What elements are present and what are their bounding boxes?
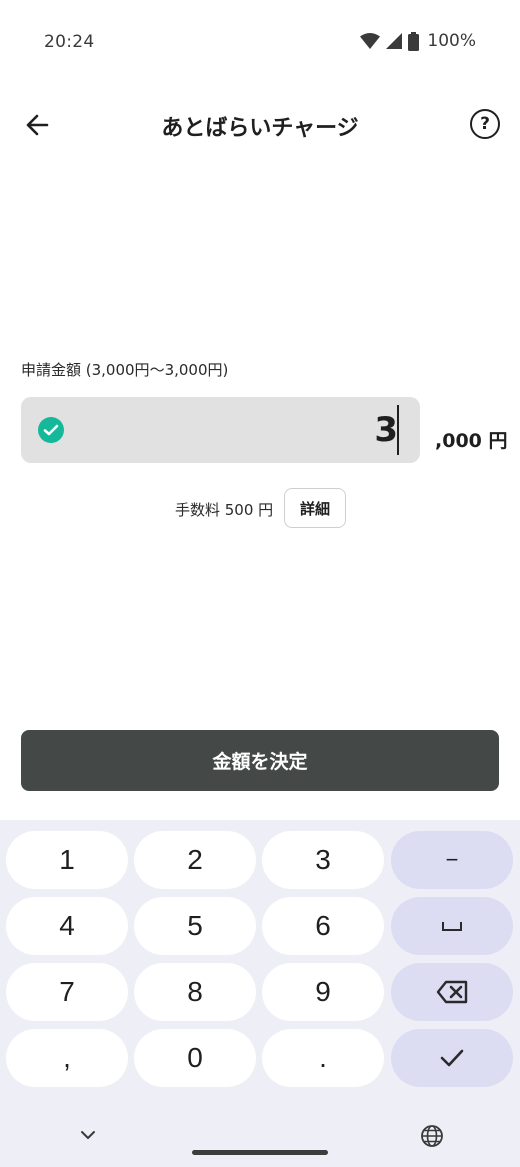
text-cursor [397,405,399,455]
amount-value: 3 [374,410,398,450]
navigation-bar [0,1105,520,1167]
key-9[interactable]: 9 [262,963,384,1021]
key-space[interactable] [391,897,513,955]
status-time: 20:24 [44,32,95,52]
chevron-down-icon [81,1131,95,1139]
key-comma[interactable]: , [6,1029,128,1087]
key-backspace[interactable] [391,963,513,1021]
battery-icon [408,31,420,51]
amount-suffix: ,000 円 [435,430,508,452]
submit-amount-button[interactable]: 金額を決定 [21,730,499,791]
key-6[interactable]: 6 [262,897,384,955]
amount-input[interactable]: 3 [21,397,420,463]
check-circle-icon [38,417,64,443]
key-2[interactable]: 2 [134,831,256,889]
page-title: あとばらいチャージ [161,116,359,141]
app-header: あとばらいチャージ ? [0,96,520,154]
signal-icon [386,32,403,49]
backspace-icon [436,980,468,1004]
key-minus[interactable]: − [391,831,513,889]
checkmark-icon [440,1049,464,1067]
battery-percent: 100% [427,31,476,51]
amount-label: 申請金額 (3,000円〜3,000円) [21,361,229,379]
help-button[interactable]: ? [470,109,500,139]
question-icon: ? [480,114,490,134]
home-indicator[interactable] [192,1150,328,1155]
key-3[interactable]: 3 [262,831,384,889]
key-8[interactable]: 8 [134,963,256,1021]
space-icon [442,922,462,931]
status-bar: 20:24 100% [0,0,520,86]
key-5[interactable]: 5 [134,897,256,955]
wifi-icon [360,32,381,49]
key-4[interactable]: 4 [6,897,128,955]
status-icons: 100% [360,31,476,51]
globe-icon [421,1125,443,1147]
fee-text: 手数料 500 円 [175,501,274,519]
key-period[interactable]: . [262,1029,384,1087]
fee-row: 手数料 500 円 詳細 [0,488,520,528]
detail-button[interactable]: 詳細 [284,488,346,528]
hide-keyboard-button[interactable] [76,1123,100,1147]
key-0[interactable]: 0 [134,1029,256,1087]
key-1[interactable]: 1 [6,831,128,889]
key-7[interactable]: 7 [6,963,128,1021]
language-switch-button[interactable] [419,1123,445,1149]
key-done[interactable] [391,1029,513,1087]
